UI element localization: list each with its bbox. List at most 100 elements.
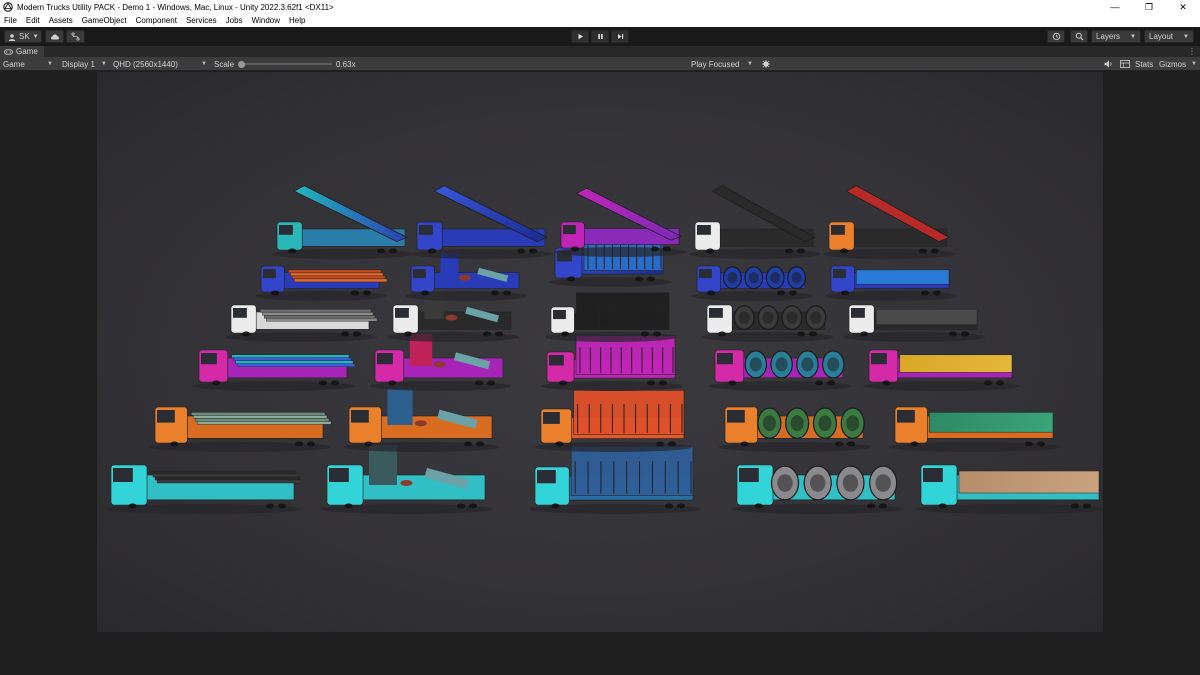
truck-window xyxy=(549,355,564,366)
cargo-pipe xyxy=(259,308,372,313)
resolution-label: QHD (2560x1440) xyxy=(113,59,178,69)
step-button[interactable] xyxy=(611,30,629,43)
tab-menu-icon[interactable]: ⋮ xyxy=(1188,47,1196,56)
truck-window xyxy=(413,269,426,279)
aspect-icon[interactable] xyxy=(1117,57,1133,71)
truck-window xyxy=(537,470,556,484)
cargo-box xyxy=(387,389,413,425)
menu-help[interactable]: Help xyxy=(289,16,305,25)
cargo-pipe xyxy=(154,476,301,481)
scale-slider[interactable] xyxy=(238,57,332,71)
menu-edit[interactable]: Edit xyxy=(26,16,40,25)
truck-wheel xyxy=(921,290,929,296)
truck-wheel xyxy=(363,290,371,296)
resolution-dropdown[interactable]: QHD (2560x1440) ▼ xyxy=(110,57,210,71)
truck-wheel xyxy=(754,503,763,509)
truck-wheel xyxy=(491,290,499,296)
truck-wheel xyxy=(278,503,286,509)
truck-wheel xyxy=(457,503,465,509)
truck-wheel xyxy=(919,248,927,254)
truck-wheel xyxy=(288,248,297,254)
truck-wheel xyxy=(653,331,661,337)
chevron-down-icon: ▼ xyxy=(32,33,39,40)
truck-window xyxy=(395,308,409,318)
truck-wheel xyxy=(740,441,749,447)
truck-wheel xyxy=(827,380,835,386)
truck-wheel xyxy=(476,441,484,447)
menu-bar: File Edit Assets GameObject Component Se… xyxy=(0,14,1200,27)
cargo-barrel-hole xyxy=(827,357,840,372)
stats-button[interactable]: Stats xyxy=(1132,57,1156,71)
truck-window xyxy=(543,412,560,424)
chevron-down-icon: ▼ xyxy=(100,61,107,67)
cloud-button[interactable] xyxy=(45,30,64,43)
cargo-barrel-hole xyxy=(810,311,822,324)
truck-wheel xyxy=(841,290,850,296)
tab-game[interactable]: Game xyxy=(0,46,44,57)
truck-wheel xyxy=(961,331,969,337)
restore-button[interactable]: ❐ xyxy=(1132,0,1166,14)
close-button[interactable]: ✕ xyxy=(1166,0,1200,14)
truck-window xyxy=(727,410,745,423)
truck-wheel xyxy=(555,441,564,447)
scale-slider-thumb[interactable] xyxy=(238,60,245,68)
play-button[interactable] xyxy=(571,30,589,43)
menu-services[interactable]: Services xyxy=(186,16,217,25)
cargo-barrel-hole xyxy=(875,474,891,492)
undo-history-button[interactable] xyxy=(1047,30,1065,43)
gizmos-dropdown[interactable]: Gizmos ▼ xyxy=(1156,57,1200,71)
game-mode-dropdown[interactable]: Game ▼ xyxy=(0,57,56,71)
truck-wheel xyxy=(344,503,353,509)
truck-wheel xyxy=(1025,441,1033,447)
tab-game-label: Game xyxy=(16,47,38,56)
cargo-sack xyxy=(400,480,413,486)
game-view-area xyxy=(0,72,1200,675)
truck-wheel xyxy=(307,441,315,447)
truck-wheel xyxy=(797,248,805,254)
cargo-barrel-hole xyxy=(786,311,798,324)
scene-render xyxy=(105,185,1103,514)
cargo-load xyxy=(875,308,978,325)
game-viewport[interactable] xyxy=(97,72,1103,632)
truck-wheel xyxy=(266,503,274,509)
play-mode-dropdown[interactable]: Play Focused ▼ xyxy=(688,57,756,71)
menu-gameobject[interactable]: GameObject xyxy=(82,16,127,25)
truck-wheel xyxy=(647,380,655,386)
truck-wheel xyxy=(551,503,560,509)
menu-assets[interactable]: Assets xyxy=(49,16,73,25)
version-control-button[interactable] xyxy=(66,30,85,43)
truck-wheel xyxy=(469,503,477,509)
search-icon xyxy=(1075,32,1083,41)
display-dropdown[interactable]: Display 1 ▼ xyxy=(59,57,109,71)
truck-wheel xyxy=(933,290,941,296)
cargo-barrel-hole xyxy=(790,415,804,432)
truck-window xyxy=(263,269,276,279)
truck-window xyxy=(563,225,576,235)
game-mode-label: Game xyxy=(3,59,25,69)
truck-wheel xyxy=(242,331,251,337)
scale-value-text: 0.63x xyxy=(336,59,356,69)
minimize-button[interactable]: — xyxy=(1098,0,1132,14)
bug-icon[interactable] xyxy=(758,57,774,71)
pause-button[interactable] xyxy=(591,30,609,43)
menu-file[interactable]: File xyxy=(4,16,17,25)
layout-dropdown[interactable]: Layout ▼ xyxy=(1144,30,1194,43)
truck-window xyxy=(351,410,369,423)
speaker-icon xyxy=(1104,60,1112,68)
account-button[interactable]: SK ▼ xyxy=(4,30,42,43)
mute-audio-icon[interactable] xyxy=(1101,57,1116,71)
cargo-barrel-hole xyxy=(738,311,750,324)
menu-jobs[interactable]: Jobs xyxy=(226,16,243,25)
bug-icon-svg xyxy=(762,60,770,68)
truck-window xyxy=(923,468,943,482)
truck-wheel xyxy=(777,290,785,296)
cargo-pipe xyxy=(292,275,386,280)
menu-component[interactable]: Component xyxy=(136,16,177,25)
menu-window[interactable]: Window xyxy=(252,16,280,25)
layers-dropdown[interactable]: Layers ▼ xyxy=(1091,30,1141,43)
truck-wheel xyxy=(651,246,659,252)
truck-wheel xyxy=(487,380,495,386)
cargo-barrel-hole xyxy=(727,271,738,284)
search-button[interactable] xyxy=(1070,30,1088,43)
account-icon xyxy=(8,33,16,41)
